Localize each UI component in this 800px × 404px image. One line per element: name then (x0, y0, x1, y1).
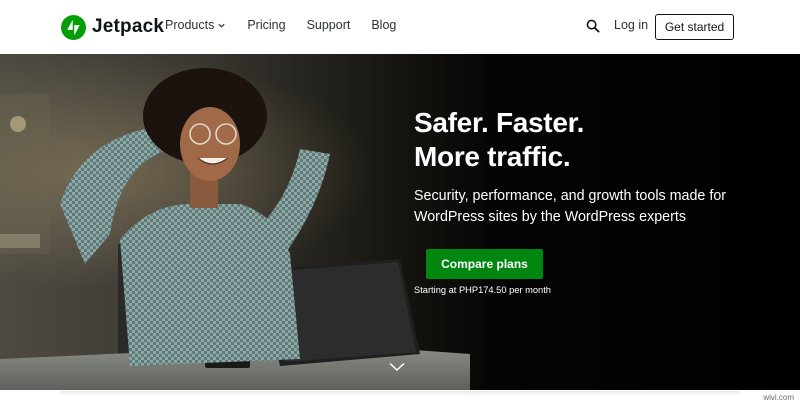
main-menu: Products Pricing Support Blog (165, 18, 396, 32)
watermark: wivi.com (763, 393, 794, 402)
page-bottom-strip: wivi.com (0, 390, 800, 404)
jetpack-logo-icon (61, 14, 86, 40)
brand-name: Jetpack (92, 16, 165, 37)
starting-price-note: Starting at PHP174.50 per month (414, 285, 551, 295)
nav-pricing[interactable]: Pricing (247, 18, 285, 32)
nav-products[interactable]: Products (165, 18, 226, 32)
nav-support[interactable]: Support (307, 18, 351, 32)
next-section-edge (60, 391, 740, 396)
hero-subtext: Security, performance, and growth tools … (414, 188, 727, 225)
scroll-down-chevron-icon[interactable] (389, 362, 405, 372)
chevron-down-icon (218, 23, 225, 28)
hero-headline: Safer. Faster. More traffic. (414, 106, 794, 174)
nav-products-label: Products (165, 18, 215, 32)
login-link[interactable]: Log in (614, 18, 648, 32)
nav-blog[interactable]: Blog (371, 18, 396, 32)
hero-section: Safer. Faster. More traffic. Security, p… (0, 54, 800, 390)
headline-line-2: More traffic. (414, 141, 571, 172)
top-navigation: Jetpack Products Pricing Support Blog Lo… (0, 0, 800, 54)
compare-plans-button[interactable]: Compare plans (426, 249, 543, 279)
headline-line-1: Safer. Faster. (414, 107, 585, 138)
jetpack-logo[interactable]: Jetpack (61, 14, 164, 40)
get-started-button[interactable]: Get started (655, 14, 734, 40)
search-icon[interactable] (586, 19, 600, 33)
